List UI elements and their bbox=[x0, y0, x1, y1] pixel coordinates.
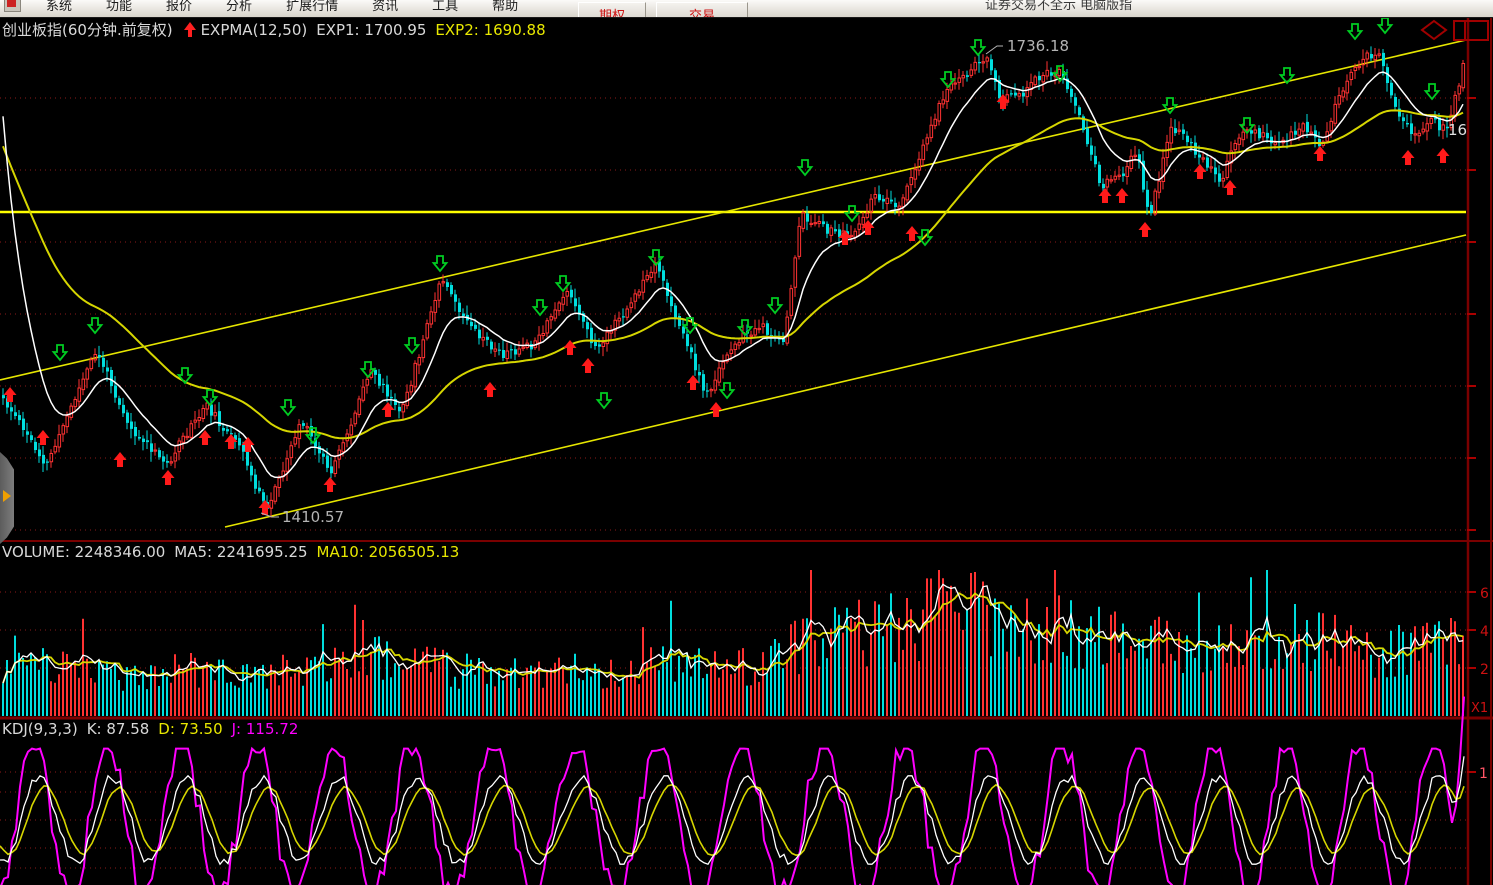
trading-terminal-window: 系统功能报价分析扩展行情资讯工具帮助 期权 交易 证券交易不全示 电脑版指 6 … bbox=[0, 0, 1493, 885]
menu-button-trade[interactable]: 交易 bbox=[656, 2, 748, 18]
menu-item-6[interactable]: 工具 bbox=[415, 0, 475, 14]
diamond-marker-icon[interactable] bbox=[1422, 21, 1446, 39]
volume-axis-label: 4 bbox=[1480, 624, 1489, 640]
menu-item-3[interactable]: 分析 bbox=[209, 0, 269, 14]
right-axis: 6 4 2 X1 1 bbox=[1467, 98, 1489, 782]
menu-item-5[interactable]: 资讯 bbox=[355, 0, 415, 14]
exp1-value: EXP1: 1700.95 bbox=[316, 21, 426, 39]
kdj-chart-area[interactable] bbox=[0, 720, 1467, 885]
split-window-icon[interactable] bbox=[1454, 21, 1488, 40]
menu-item-1[interactable]: 功能 bbox=[89, 0, 149, 14]
chart-corner-controls bbox=[1418, 19, 1492, 43]
volume-value: VOLUME: 2248346.00 bbox=[2, 543, 165, 561]
exp2-value: EXP2: 1690.88 bbox=[435, 21, 545, 39]
kdj-j-value: J: 115.72 bbox=[232, 720, 299, 738]
main-panel-header: 创业板指(60分钟.前复权) EXPMA(12,50) EXP1: 1700.95 E… bbox=[2, 19, 555, 40]
menu-item-4[interactable]: 扩展行情 bbox=[269, 0, 355, 14]
expand-arrow-icon bbox=[3, 490, 11, 502]
volume-axis-label: 2 bbox=[1480, 662, 1489, 678]
indicator-name: EXPMA(12,50) bbox=[201, 21, 308, 39]
app-icon[interactable] bbox=[4, 0, 21, 12]
volume-ma5: MA5: 2241695.25 bbox=[174, 543, 307, 561]
kdj-panel-header: KDJ(9,3,3) K: 87.58 D: 73.50 J: 115.72 bbox=[2, 720, 307, 738]
menu-item-0[interactable]: 系统 bbox=[29, 0, 89, 14]
menu-row: 系统功能报价分析扩展行情资讯工具帮助 bbox=[0, 0, 535, 16]
red-up-arrow-icon bbox=[184, 22, 197, 37]
menu-bar: 系统功能报价分析扩展行情资讯工具帮助 期权 交易 证券交易不全示 电脑版指 bbox=[0, 0, 1493, 18]
kdj-axis-label: 1 bbox=[1479, 766, 1488, 782]
instrument-title: 创业板指(60分钟.前复权) bbox=[2, 21, 173, 39]
kdj-name: KDJ(9,3,3) bbox=[2, 720, 78, 738]
volume-chart-area[interactable] bbox=[0, 542, 1467, 716]
title-bar-note: 证券交易不全示 电脑版指 bbox=[985, 0, 1132, 13]
volume-panel-header: VOLUME: 2248346.00 MA5: 2241695.25 MA10: 2… bbox=[2, 543, 468, 561]
volume-multiplier-label: X1 bbox=[1471, 701, 1488, 716]
menu-item-7[interactable]: 帮助 bbox=[475, 0, 535, 14]
volume-ma10: MA10: 2056505.13 bbox=[317, 543, 460, 561]
menu-item-2[interactable]: 报价 bbox=[149, 0, 209, 14]
kdj-d-value: D: 73.50 bbox=[158, 720, 222, 738]
volume-axis-label: 6 bbox=[1480, 586, 1489, 602]
main-chart-area[interactable] bbox=[0, 18, 1467, 540]
kdj-k-value: K: 87.58 bbox=[87, 720, 150, 738]
menu-button-options[interactable]: 期权 bbox=[578, 2, 646, 18]
